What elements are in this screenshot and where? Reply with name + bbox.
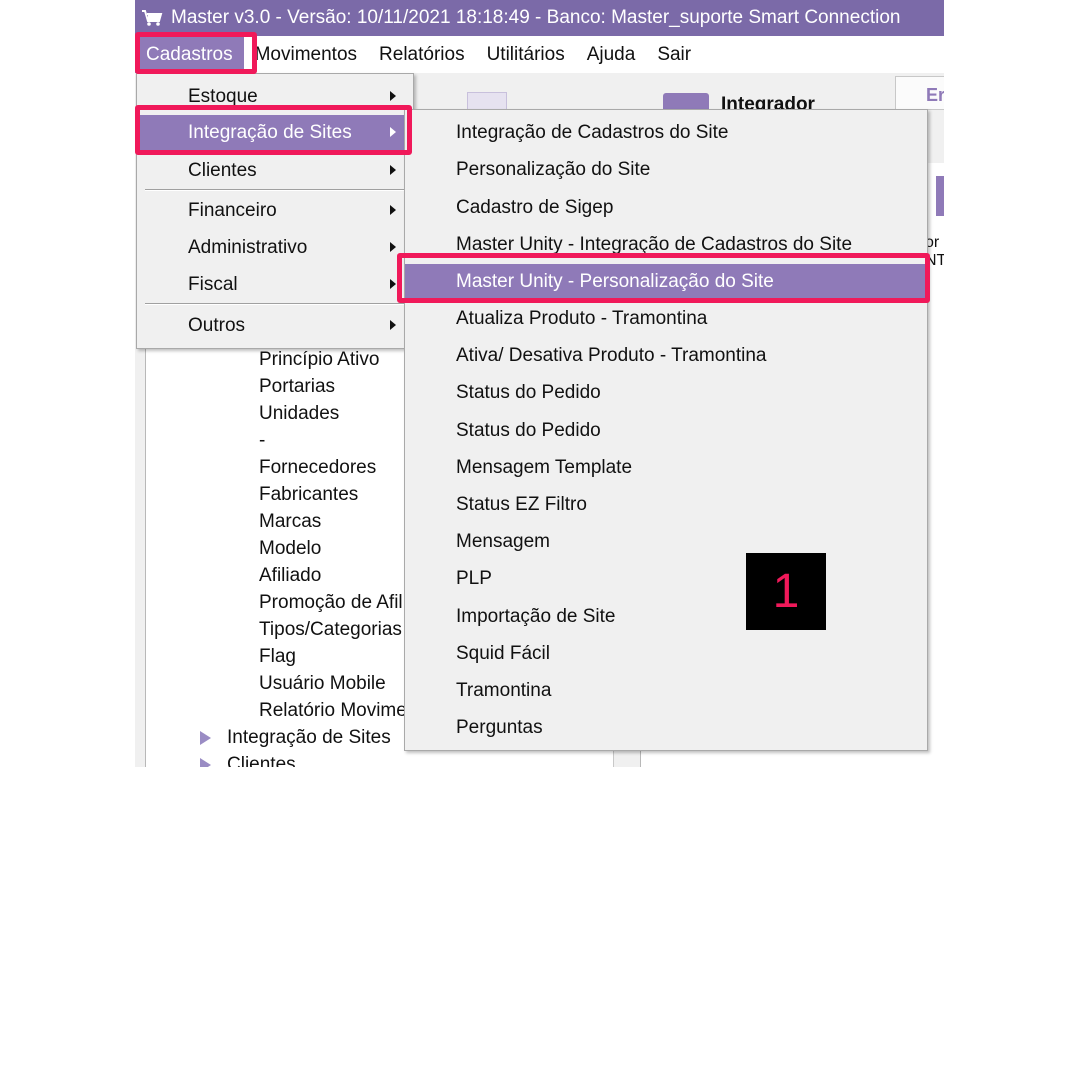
submenu-item[interactable]: Atualiza Produto - Tramontina (405, 301, 927, 336)
submenu-item-label: Squid Fácil (456, 643, 550, 664)
callout-integracao-de-sites (135, 105, 412, 155)
menu-item-outros[interactable]: Outros (137, 309, 413, 342)
tab-partial[interactable]: Er (895, 76, 944, 110)
submenu-item[interactable]: Importação de Site (405, 599, 927, 634)
submenu-item-label: Mensagem (456, 531, 550, 552)
tree-item[interactable]: - (259, 430, 265, 452)
menu-separator (145, 303, 407, 305)
menu-ajuda[interactable]: Ajuda (576, 36, 647, 73)
submenu-arrow-icon (390, 165, 396, 175)
submenu-item-label: Integração de Cadastros do Site (456, 122, 729, 143)
menu-item-label: Administrativo (188, 237, 308, 258)
submenu-item[interactable]: Mensagem Template (405, 450, 927, 485)
tree-group-label: Clientes (227, 754, 296, 767)
tree-item[interactable]: Unidades (259, 403, 339, 425)
submenu-item[interactable]: Status do Pedido (405, 375, 927, 410)
tree-item[interactable]: Relatório Movime (259, 700, 407, 722)
submenu-item[interactable]: Squid Fácil (405, 636, 927, 671)
callout-cadastros (135, 32, 257, 74)
submenu-arrow-icon (390, 91, 396, 101)
window-title: Master v3.0 - Versão: 10/11/2021 18:18:4… (171, 7, 901, 28)
submenu-item-label: Cadastro de Sigep (456, 197, 614, 218)
menu-movimentos[interactable]: Movimentos (244, 36, 368, 73)
submenu-arrow-icon (390, 205, 396, 215)
submenu-item[interactable]: Mensagem (405, 524, 927, 559)
tree-group-integracao[interactable]: Integração de Sites (200, 727, 391, 749)
expand-arrow-icon[interactable] (200, 757, 211, 767)
tree-item[interactable]: Fornecedores (259, 457, 376, 479)
menu-item-label: Clientes (188, 160, 257, 181)
submenu-item-label: Status EZ Filtro (456, 494, 587, 515)
menu-item-clientes[interactable]: Clientes (137, 154, 413, 187)
menu-sair[interactable]: Sair (646, 36, 702, 73)
submenu-item-label: Tramontina (456, 680, 552, 701)
submenu-item[interactable]: Cadastro de Sigep (405, 190, 927, 225)
submenu-item[interactable]: Ativa/ Desativa Produto - Tramontina (405, 338, 927, 373)
submenu-item-label: Perguntas (456, 717, 543, 738)
menu-relatorios[interactable]: Relatórios (368, 36, 476, 73)
submenu-item-label: Mensagem Template (456, 457, 633, 478)
submenu-item-label: Importação de Site (456, 606, 616, 627)
menu-separator (145, 189, 407, 191)
tree-item[interactable]: Tipos/Categorias (259, 619, 402, 641)
cart-icon (142, 10, 163, 26)
tree-item[interactable]: Promoção de Afil (259, 592, 403, 614)
tree-group-label: Integração de Sites (227, 727, 391, 748)
integracao-submenu: Integração de Cadastros do Site Personal… (404, 109, 928, 751)
submenu-item-label: Ativa/ Desativa Produto - Tramontina (456, 345, 767, 366)
submenu-item-label: Status do Pedido (456, 420, 601, 441)
menu-item-fiscal[interactable]: Fiscal (137, 268, 413, 301)
submenu-item[interactable]: Integração de Cadastros do Site (405, 115, 927, 150)
menu-item-label: Outros (188, 315, 246, 336)
submenu-item[interactable]: PLP (405, 561, 927, 596)
expand-arrow-icon[interactable] (200, 730, 211, 745)
submenu-item-label: Status do Pedido (456, 382, 601, 403)
tree-item[interactable]: Usuário Mobile (259, 673, 386, 695)
tree-item[interactable]: Fabricantes (259, 484, 358, 506)
submenu-item-label: Personalização do Site (456, 159, 651, 180)
title-bar: Master v3.0 - Versão: 10/11/2021 18:18:4… (135, 0, 944, 36)
menu-item-label: Financeiro (188, 200, 277, 221)
tree-item[interactable]: Princípio Ativo (259, 349, 379, 371)
menu-utilitarios[interactable]: Utilitários (476, 36, 576, 73)
submenu-item-label: Atualiza Produto - Tramontina (456, 308, 708, 329)
step-badge: 1 (746, 553, 826, 630)
submenu-item[interactable]: Tramontina (405, 673, 927, 708)
submenu-item[interactable]: Status EZ Filtro (405, 487, 927, 522)
side-marker (936, 176, 944, 216)
submenu-item[interactable]: Status do Pedido (405, 413, 927, 448)
tree-item[interactable]: Afiliado (259, 565, 321, 587)
submenu-arrow-icon (390, 242, 396, 252)
tree-item[interactable]: Flag (259, 646, 296, 668)
submenu-arrow-icon (390, 279, 396, 289)
submenu-item-label: PLP (456, 568, 492, 589)
submenu-arrow-icon (390, 320, 396, 330)
callout-master-unity-personalizacao (397, 253, 930, 303)
submenu-item[interactable]: Perguntas (405, 710, 927, 745)
tree-group-clientes[interactable]: Clientes (200, 754, 296, 767)
menu-item-label: Fiscal (188, 274, 238, 295)
tree-item[interactable]: Modelo (259, 538, 321, 560)
menu-item-financeiro[interactable]: Financeiro (137, 194, 413, 227)
tree-item[interactable]: Portarias (259, 376, 335, 398)
menu-item-administrativo[interactable]: Administrativo (137, 231, 413, 264)
tree-item[interactable]: Marcas (259, 511, 321, 533)
submenu-item[interactable]: Personalização do Site (405, 152, 927, 187)
